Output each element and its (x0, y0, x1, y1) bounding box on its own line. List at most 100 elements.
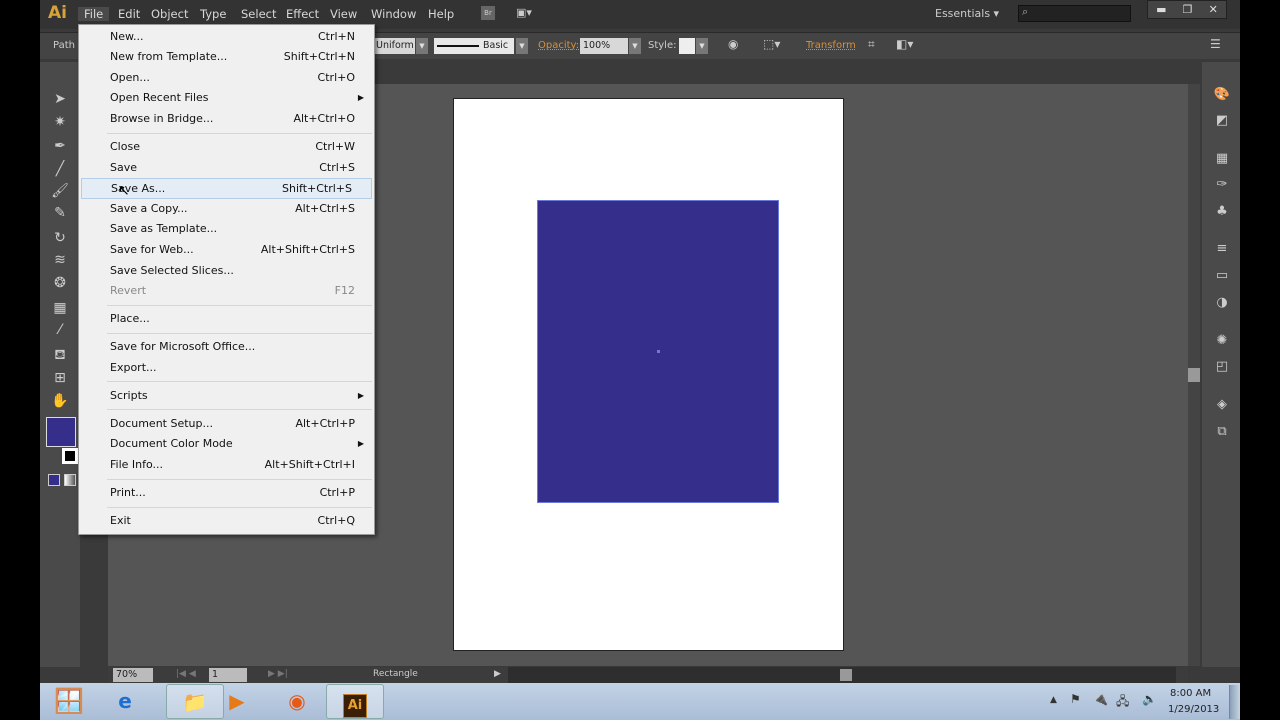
power-icon[interactable]: 🔌 (1093, 692, 1108, 706)
menu-item-browse-in-bridge[interactable]: Browse in Bridge... Alt+Ctrl+O (79, 109, 374, 130)
chevron-down-icon[interactable]: ▼ (416, 38, 428, 54)
color-guide-icon[interactable]: ◩ (1213, 112, 1231, 130)
zoom-select[interactable]: 70% (113, 668, 153, 682)
menu-view[interactable]: View (330, 7, 357, 21)
menu-window[interactable]: Window (371, 7, 416, 21)
menu-item-save-for-microsoft-office[interactable]: Save for Microsoft Office... (79, 337, 374, 358)
pen-tool-icon[interactable]: ✒ (50, 136, 70, 156)
menu-item-export[interactable]: Export... (79, 358, 374, 379)
menu-item-save-as-template[interactable]: Save as Template... (79, 219, 374, 240)
menu-item-new[interactable]: New... Ctrl+N (79, 27, 374, 48)
menu-help[interactable]: Help (428, 7, 454, 21)
close-button[interactable]: ✕ (1209, 3, 1218, 16)
chevron-down-icon[interactable]: ▼ (629, 38, 641, 54)
stroke-swatch[interactable] (62, 448, 78, 464)
rotate-tool-icon[interactable]: ↻ (50, 228, 70, 248)
menu-item-close[interactable]: Close Ctrl+W (79, 137, 374, 158)
graphic-styles-icon[interactable]: ◰ (1213, 358, 1231, 376)
search-input[interactable] (1018, 5, 1131, 22)
make-envelope-icon[interactable]: ◧▾ (896, 37, 913, 51)
opacity-label[interactable]: Opacity: (538, 40, 579, 51)
color-panel-icon[interactable]: 🎨 (1213, 86, 1231, 104)
paintbrush-tool-icon[interactable]: 🖌 (50, 181, 70, 201)
scrollbar-thumb[interactable] (1188, 368, 1200, 382)
next-artboard-button[interactable]: ▶ ▶| (268, 669, 288, 679)
menu-effect[interactable]: Effect (286, 7, 319, 21)
menu-item-new-from-template[interactable]: New from Template... Shift+Ctrl+N (79, 47, 374, 68)
chevron-down-icon[interactable]: ▼ (696, 38, 708, 54)
menu-item-file-info[interactable]: File Info... Alt+Shift+Ctrl+I (79, 455, 374, 476)
warp-tool-icon[interactable]: ≋ (50, 250, 70, 270)
clock-date[interactable]: 1/29/2013 (1168, 704, 1219, 715)
menu-type[interactable]: Type (200, 7, 226, 21)
menu-item-print[interactable]: Print... Ctrl+P (79, 483, 374, 504)
perspective-grid-tool-icon[interactable]: ▦ (50, 298, 70, 318)
brush-select[interactable]: Basic (434, 38, 514, 54)
menu-item-save[interactable]: Save Ctrl+S (79, 158, 374, 179)
menu-item-save-a-copy[interactable]: Save a Copy... Alt+Ctrl+S (79, 199, 374, 220)
blob-brush-tool-icon[interactable]: ✎ (50, 203, 70, 223)
fill-swatch[interactable] (46, 417, 76, 447)
menu-item-save-for-web[interactable]: Save for Web... Alt+Shift+Ctrl+S (79, 240, 374, 261)
hand-tool-icon[interactable]: ✋ (50, 391, 70, 411)
symbol-sprayer-tool-icon[interactable]: ⛾ (50, 345, 70, 365)
stroke-profile-select[interactable]: Uniform (373, 38, 415, 54)
start-button[interactable]: 🪟 (40, 684, 98, 719)
artboard-tool-icon[interactable]: ⊞ (50, 368, 70, 388)
illustrator-taskbar-button[interactable]: Ai (326, 684, 384, 719)
symbols-panel-icon[interactable]: ♣ (1213, 203, 1231, 221)
menu-item-place[interactable]: Place... (79, 309, 374, 330)
vertical-scrollbar[interactable] (1188, 84, 1200, 666)
arrange-documents-icon[interactable]: ▣▾ (516, 6, 532, 19)
menu-select[interactable]: Select (241, 7, 276, 21)
selected-rectangle[interactable] (537, 200, 779, 503)
line-tool-icon[interactable]: ╱ (50, 159, 70, 179)
menu-item-document-color-mode[interactable]: Document Color Mode ▶ (79, 434, 374, 455)
opacity-input[interactable]: 100% (580, 38, 628, 54)
artboard-number-input[interactable]: 1 (209, 668, 247, 682)
volume-icon[interactable]: 🔈 (1142, 692, 1157, 706)
menu-object[interactable]: Object (151, 7, 188, 21)
transform-link[interactable]: Transform (806, 40, 856, 51)
scrollbar-thumb[interactable] (840, 669, 852, 681)
menu-file[interactable]: File (78, 7, 110, 21)
panel-menu-icon[interactable]: ☰ (1210, 37, 1221, 51)
menu-item-document-setup[interactable]: Document Setup... Alt+Ctrl+P (79, 414, 374, 435)
menu-edit[interactable]: Edit (118, 7, 140, 21)
eyedropper-tool-icon[interactable]: ⁄ (50, 320, 70, 340)
menu-item-open[interactable]: Open... Ctrl+O (79, 68, 374, 89)
appearance-panel-icon[interactable]: ✺ (1213, 332, 1231, 350)
menu-item-scripts[interactable]: Scripts ▶ (79, 386, 374, 407)
swatches-panel-icon[interactable]: ▦ (1213, 150, 1231, 168)
menu-item-revert[interactable]: Revert F12 (79, 281, 374, 302)
show-desktop-button[interactable] (1229, 685, 1240, 719)
network-icon[interactable]: 🖧 (1116, 692, 1129, 713)
color-mode-button[interactable] (48, 474, 60, 486)
workspace-switcher[interactable]: Essentials ▾ (935, 7, 999, 20)
show-hidden-icons[interactable]: ▲ (1050, 695, 1057, 705)
transparency-panel-icon[interactable]: ◑ (1213, 294, 1231, 312)
gradient-panel-icon[interactable]: ▭ (1213, 267, 1231, 285)
media-player-icon[interactable]: ▶ (208, 684, 266, 719)
layers-panel-icon[interactable]: ◈ (1213, 396, 1231, 414)
gradient-mode-button[interactable] (64, 474, 76, 486)
menu-item-save-selected-slices[interactable]: Save Selected Slices... (79, 261, 374, 282)
bridge-button[interactable]: Br (481, 6, 495, 20)
menu-item-open-recent-files[interactable]: Open Recent Files ▶ (79, 88, 374, 109)
horizontal-scrollbar[interactable] (508, 667, 1176, 683)
magic-wand-tool-icon[interactable]: ✷ (50, 112, 70, 132)
internet-explorer-icon[interactable]: e (96, 684, 154, 719)
chevron-down-icon[interactable]: ▼ (516, 38, 528, 54)
stroke-panel-icon[interactable]: ≡ (1213, 240, 1231, 258)
clock-time[interactable]: 8:00 AM (1170, 688, 1211, 699)
menu-item-save-as[interactable]: Save As... Shift+Ctrl+S ↖ (81, 178, 372, 199)
brushes-panel-icon[interactable]: ✑ (1213, 176, 1231, 194)
first-artboard-button[interactable]: |◀ ◀ (176, 669, 196, 679)
firefox-icon[interactable]: ◉ (268, 684, 326, 719)
artboards-panel-icon[interactable]: ⧉ (1213, 423, 1231, 441)
shape-builder-tool-icon[interactable]: ❂ (50, 273, 70, 293)
status-menu-arrow[interactable]: ▶ (494, 669, 501, 679)
recolor-artwork-icon[interactable]: ◉ (728, 37, 738, 51)
align-options-icon[interactable]: ⬚▾ (763, 37, 780, 51)
selection-tool-icon[interactable]: ➤ (50, 89, 70, 109)
